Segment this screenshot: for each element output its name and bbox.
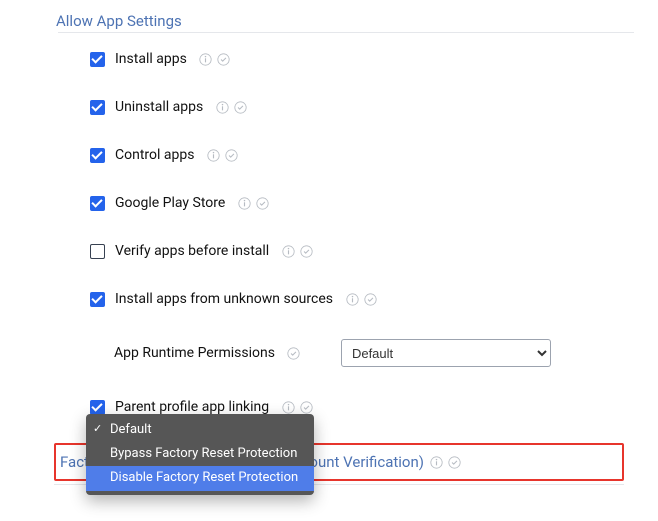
label-control-apps: Control apps: [115, 147, 194, 163]
label-google-play: Google Play Store: [115, 195, 225, 211]
section-divider: [58, 32, 634, 33]
checkbox-google-play[interactable]: [90, 196, 105, 211]
label-unknown-sources: Install apps from unknown sources: [115, 291, 333, 307]
select-runtime-permissions[interactable]: Default: [341, 339, 551, 367]
menu-item-disable-frp[interactable]: Disable Factory Reset Protection: [86, 466, 314, 490]
label-parent-profile-linking: Parent profile app linking: [115, 399, 269, 415]
setting-verify-apps: Verify apps before install: [58, 239, 634, 263]
menu-item-bypass-frp[interactable]: Bypass Factory Reset Protection: [86, 442, 314, 466]
info-icons: [237, 196, 269, 210]
checkbox-parent-profile-linking[interactable]: [90, 400, 105, 415]
check-badge-icon[interactable]: [217, 52, 231, 66]
info-icons: [215, 100, 247, 114]
info-icon[interactable]: [281, 244, 295, 258]
info-icons: [430, 455, 462, 469]
info-icon[interactable]: [206, 148, 220, 162]
label-install-apps: Install apps: [115, 51, 187, 67]
setting-runtime-permissions: App Runtime Permissions Default: [58, 335, 634, 371]
checkbox-install-apps[interactable]: [90, 52, 105, 67]
frp-dropdown-menu[interactable]: ✓ Default Bypass Factory Reset Protectio…: [86, 414, 314, 495]
info-icons: [287, 346, 301, 360]
info-icons: [206, 148, 238, 162]
info-icons: [281, 244, 313, 258]
menu-item-default[interactable]: ✓ Default: [86, 418, 314, 442]
check-badge-icon[interactable]: [299, 244, 313, 258]
setting-google-play: Google Play Store: [58, 191, 634, 215]
setting-control-apps: Control apps: [58, 143, 634, 167]
checkbox-unknown-sources[interactable]: [90, 292, 105, 307]
check-badge-icon[interactable]: [299, 400, 313, 414]
info-icon[interactable]: [237, 196, 251, 210]
label-uninstall-apps: Uninstall apps: [115, 99, 203, 115]
info-icon[interactable]: [215, 100, 229, 114]
info-icon[interactable]: [430, 455, 444, 469]
setting-uninstall-apps: Uninstall apps: [58, 95, 634, 119]
check-badge-icon[interactable]: [287, 346, 301, 360]
checkmark-icon: ✓: [93, 421, 102, 436]
label-runtime-permissions: App Runtime Permissions: [114, 345, 275, 361]
check-badge-icon[interactable]: [233, 100, 247, 114]
section-title: Allow App Settings: [56, 12, 634, 30]
checkbox-verify-apps[interactable]: [90, 244, 105, 259]
checkbox-uninstall-apps[interactable]: [90, 100, 105, 115]
label-verify-apps: Verify apps before install: [115, 243, 269, 259]
check-badge-icon[interactable]: [255, 196, 269, 210]
info-icon[interactable]: [345, 292, 359, 306]
check-badge-icon[interactable]: [448, 455, 462, 469]
settings-list: Install apps Uninstall apps Control apps…: [58, 47, 634, 419]
check-badge-icon[interactable]: [363, 292, 377, 306]
info-icon[interactable]: [281, 400, 295, 414]
check-badge-icon[interactable]: [224, 148, 238, 162]
info-icon[interactable]: [199, 52, 213, 66]
info-icons: [199, 52, 231, 66]
info-icons: [281, 400, 313, 414]
menu-item-label: Disable Factory Reset Protection: [110, 469, 298, 487]
menu-item-label: Bypass Factory Reset Protection: [110, 445, 297, 463]
setting-unknown-sources: Install apps from unknown sources: [58, 287, 634, 311]
info-icons: [345, 292, 377, 306]
setting-install-apps: Install apps: [58, 47, 634, 71]
menu-item-label: Default: [110, 421, 152, 439]
checkbox-control-apps[interactable]: [90, 148, 105, 163]
